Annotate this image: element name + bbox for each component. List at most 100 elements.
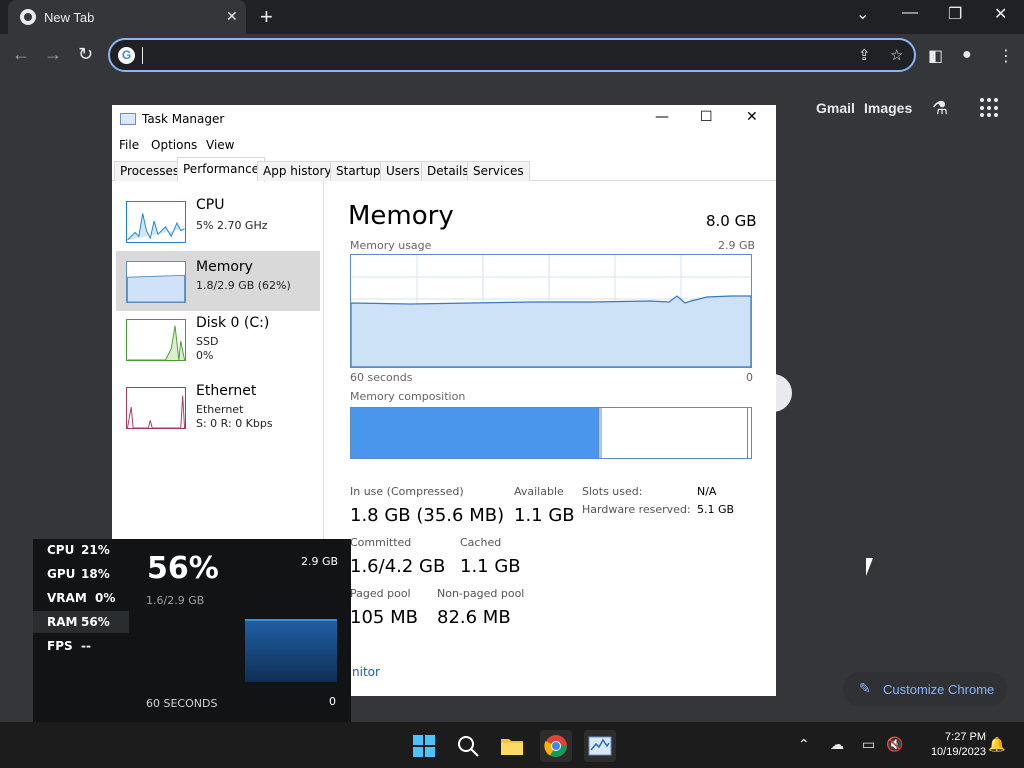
forward-icon[interactable]: →: [44, 44, 62, 65]
clock-time: 7:27 PM: [945, 731, 986, 743]
sidebar-item-disk[interactable]: Disk 0 (C:) SSD 0%: [116, 315, 320, 379]
chrome-taskbar-button[interactable]: [540, 730, 572, 762]
overlay-row-ram[interactable]: RAM 56%: [33, 611, 129, 633]
back-icon[interactable]: ←: [12, 44, 30, 65]
hw-reserved-label: Hardware reserved:: [582, 503, 691, 516]
disk-thumbnail: [126, 319, 186, 361]
close-button[interactable]: ✕: [746, 109, 758, 125]
overlay-value: --: [81, 639, 91, 653]
overlay-key: GPU: [47, 567, 76, 581]
folder-icon: [501, 739, 523, 755]
page-title: Memory: [348, 201, 454, 231]
display-icon[interactable]: ▭: [862, 736, 875, 753]
start-button[interactable]: [408, 730, 440, 762]
tab-new-tab[interactable]: New Tab ✕: [8, 0, 246, 34]
non-paged-pool-label: Non-paged pool: [437, 587, 525, 600]
overlay-row-gpu[interactable]: GPU 18%: [33, 563, 129, 585]
overlay-row-fps[interactable]: FPS --: [33, 635, 129, 657]
search-button[interactable]: [452, 730, 484, 762]
paged-pool-value: 105 MB: [350, 607, 418, 628]
task-manager-taskbar-button[interactable]: [584, 730, 616, 762]
chrome-icon: [20, 9, 36, 25]
restore-button[interactable]: ❐: [948, 4, 962, 24]
customize-chrome-button[interactable]: ✎ Customize Chrome: [843, 672, 1007, 706]
cpu-thumbnail: [126, 201, 186, 243]
memory-usage-graph: [350, 254, 752, 368]
customize-label: Customize Chrome: [883, 682, 995, 697]
sidebar-detail: SSD: [196, 335, 219, 348]
google-icon: G: [118, 47, 135, 64]
task-manager-icon: [588, 736, 612, 756]
overlay-value: 0%: [95, 591, 116, 605]
task-manager-titlebar: Task Manager — ☐ ✕: [112, 105, 776, 133]
memory-thumbnail: [126, 261, 186, 303]
apps-grid-icon[interactable]: [980, 98, 1000, 118]
overlay-graph: [245, 619, 337, 682]
chevron-up-icon[interactable]: ⌃: [798, 736, 810, 753]
bookmark-star-icon[interactable]: ☆: [890, 46, 903, 64]
reload-icon[interactable]: ↻: [78, 44, 93, 65]
tab-app-history[interactable]: App history: [257, 161, 338, 181]
flask-icon[interactable]: ⚗: [932, 98, 948, 119]
volume-muted-icon[interactable]: 🔇: [886, 736, 903, 753]
tab-startup[interactable]: Startup: [330, 161, 387, 181]
sidebar-detail: 5% 2.70 GHz: [196, 219, 268, 232]
tab-title: New Tab: [44, 10, 95, 25]
cached-label: Cached: [460, 536, 502, 549]
non-paged-pool-value: 82.6 MB: [437, 607, 511, 628]
slots-value: N/A: [697, 485, 717, 498]
overlay-max: 2.9 GB: [301, 555, 339, 568]
new-tab-button[interactable]: +: [260, 4, 273, 30]
overlay-row-cpu[interactable]: CPU 21%: [33, 539, 129, 561]
tab-processes[interactable]: Processes: [114, 161, 186, 181]
notification-bell-icon[interactable]: 🔔: [988, 736, 1005, 753]
hw-reserved-value: 5.1 GB: [697, 503, 735, 516]
sidebar-name: Disk 0 (C:): [196, 315, 270, 331]
available-value: 1.1 GB: [514, 505, 575, 526]
window-title: Task Manager: [142, 112, 225, 126]
sidebar-name: CPU: [196, 197, 225, 213]
cached-value: 1.1 GB: [460, 556, 521, 577]
taskbar: ⌃ ☁ ▭ 🔇 7:27 PM 10/19/2023 🔔: [0, 722, 1024, 768]
minimize-button[interactable]: —: [655, 109, 669, 125]
share-icon[interactable]: ⇪: [858, 46, 871, 64]
resource-monitor-link[interactable]: nitor: [352, 665, 380, 679]
gmail-link[interactable]: Gmail: [816, 100, 855, 116]
tab-strip: New Tab ✕ + ⌄ — ❐ ✕: [0, 0, 1024, 34]
sidebar-name: Ethernet: [196, 383, 257, 399]
menu-file[interactable]: File: [119, 138, 139, 152]
sidebar-detail: Ethernet: [196, 403, 244, 416]
composition-standby: [747, 408, 749, 458]
committed-label: Committed: [350, 536, 412, 549]
overlay-row-vram[interactable]: VRAM 0%: [33, 587, 129, 609]
close-window-button[interactable]: ✕: [994, 4, 1007, 24]
sidebar-detail: 1.8/2.9 GB (62%): [196, 279, 291, 292]
overlay-key: VRAM: [47, 591, 87, 605]
tab-performance[interactable]: Performance: [177, 157, 266, 182]
sidebar-detail-2: S: 0 R: 0 Kbps: [196, 417, 273, 430]
mouse-cursor: [866, 558, 873, 576]
images-link[interactable]: Images: [864, 100, 912, 116]
file-explorer-button[interactable]: [496, 730, 528, 762]
composition-label: Memory composition: [350, 390, 466, 403]
paged-pool-label: Paged pool: [350, 587, 411, 600]
sidebar-item-ethernet[interactable]: Ethernet Ethernet S: 0 R: 0 Kbps: [116, 383, 320, 447]
tab-users[interactable]: Users: [380, 161, 426, 181]
menu-view[interactable]: View: [206, 138, 234, 152]
tab-strip: Processes Performance App history Startu…: [112, 157, 776, 182]
omnibox[interactable]: G ⇪ ☆: [108, 38, 916, 72]
usage-max: 2.9 GB: [718, 239, 756, 252]
profile-icon[interactable]: ●: [962, 46, 972, 64]
tab-services[interactable]: Services: [467, 161, 530, 181]
onedrive-icon[interactable]: ☁: [830, 736, 844, 753]
clock[interactable]: 7:27 PM 10/19/2023: [916, 730, 986, 760]
side-panel-icon[interactable]: ◧: [928, 46, 943, 66]
maximize-button[interactable]: ☐: [700, 109, 713, 125]
axis-left-label: 60 seconds: [350, 371, 413, 384]
sidebar-item-memory[interactable]: Memory 1.8/2.9 GB (62%): [116, 251, 320, 311]
menu-options[interactable]: Options: [151, 138, 197, 152]
close-tab-icon[interactable]: ✕: [226, 8, 238, 25]
menu-kebab-icon[interactable]: ⋮: [998, 46, 1014, 66]
tab-search-icon[interactable]: ⌄: [856, 4, 869, 24]
minimize-button[interactable]: —: [902, 4, 918, 22]
